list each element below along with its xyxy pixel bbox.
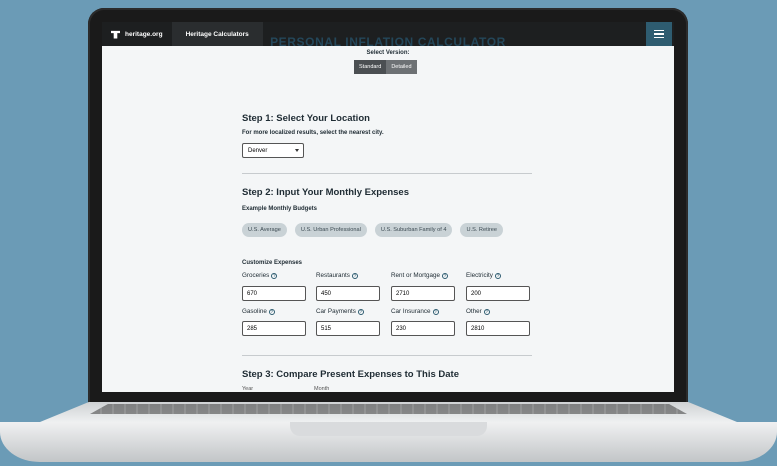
laptop-opening-notch [290,422,487,436]
version-label: Select Version: [366,50,410,56]
step1-heading: Step 1: Select Your Location [242,113,370,124]
electricity-label: Electricity? [466,272,501,279]
car-payments-label: Car Payments? [316,308,364,315]
customize-expenses-label: Customize Expenses [242,260,303,266]
step2-heading: Step 2: Input Your Monthly Expenses [242,187,409,198]
location-note: For more localized results, select the n… [242,130,384,136]
budget-us-average-button[interactable]: U.S. Average [242,223,287,237]
example-budget-buttons: U.S. Average U.S. Urban Professional U.S… [242,223,503,237]
step3-heading: Step 3: Compare Present Expenses to This… [242,369,459,380]
help-icon[interactable]: ? [442,272,449,279]
gasoline-label: Gasoline? [242,308,275,315]
detailed-version-button[interactable]: Detailed [386,60,417,74]
car-insurance-label: Car Insurance? [391,308,439,315]
help-icon[interactable]: ? [432,308,439,315]
other-input[interactable]: 2810 [466,321,530,336]
gasoline-input[interactable]: 285 [242,321,306,336]
help-icon[interactable]: ? [351,272,358,279]
budget-retiree-button[interactable]: U.S. Retiree [460,223,503,237]
help-icon[interactable]: ? [271,272,278,279]
chevron-down-icon [295,149,299,152]
rent-or-mortgage-label: Rent or Mortgage? [391,272,449,279]
budget-suburban-family-button[interactable]: U.S. Suburban Family of 4 [374,223,453,237]
help-icon[interactable]: ? [494,272,501,279]
section-divider [242,173,532,174]
help-icon[interactable]: ? [357,308,364,315]
restaurants-label: Restaurants? [316,272,358,279]
laptop-keyboard [90,404,687,414]
groceries-label: Groceries? [242,272,278,279]
budget-urban-professional-button[interactable]: U.S. Urban Professional [294,223,367,237]
other-label: Other? [466,308,490,315]
year-label: Year [242,386,254,392]
restaurants-input[interactable]: 450 [316,286,380,301]
city-select[interactable]: Denver [242,143,304,158]
browser-screen: heritage.org Heritage Calculators PERSON… [102,22,674,392]
help-icon[interactable]: ? [483,308,490,315]
example-budgets-label: Example Monthly Budgets [242,206,318,212]
car-insurance-input[interactable]: 230 [391,321,455,336]
menu-icon-bar [654,30,664,32]
month-label: Month [314,386,330,392]
groceries-input[interactable]: 670 [242,286,306,301]
page-title: PERSONAL INFLATION CALCULATOR [270,35,506,49]
help-icon[interactable]: ? [268,308,275,315]
standard-version-button[interactable]: Standard [354,60,387,74]
section-divider [242,355,532,356]
version-toggle: Standard Detailed [354,60,417,74]
city-select-value: Denver [248,147,268,154]
electricity-input[interactable]: 200 [466,286,530,301]
rent-or-mortgage-input[interactable]: 2710 [391,286,455,301]
car-payments-input[interactable]: 515 [316,321,380,336]
